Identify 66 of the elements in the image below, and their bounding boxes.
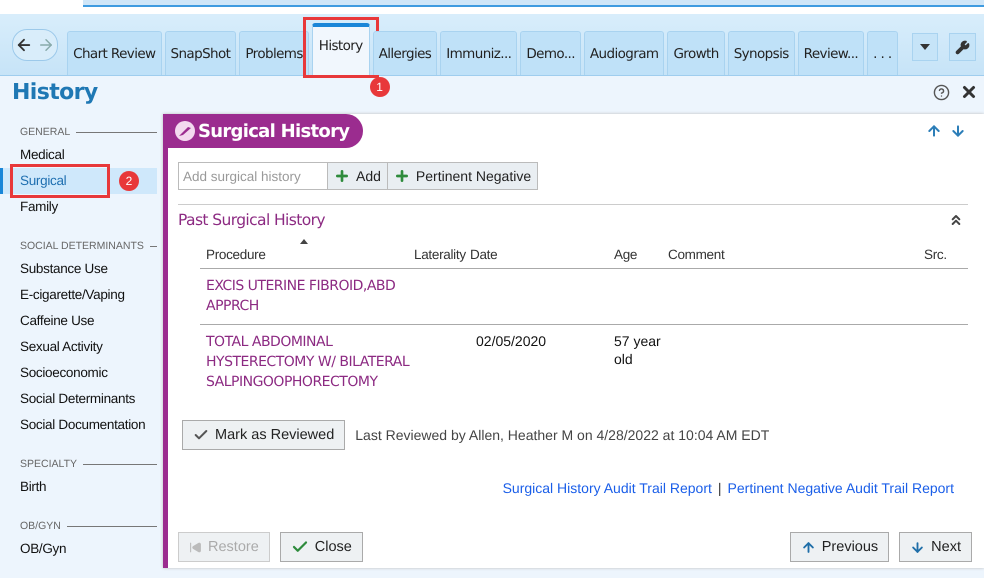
- column-header[interactable]: Procedure: [200, 247, 414, 262]
- wrench-button[interactable]: [949, 33, 976, 61]
- column-header[interactable]: Src.: [918, 247, 968, 262]
- sidebar-item[interactable]: Socioeconomic: [0, 360, 157, 386]
- arrow-down-icon: [910, 540, 926, 554]
- tab[interactable]: Allergies: [372, 31, 438, 75]
- column-header[interactable]: Laterality: [414, 247, 470, 262]
- previous-button[interactable]: Previous: [790, 532, 890, 562]
- tab[interactable]: Immuniz...: [440, 31, 518, 75]
- add-surgical-history-field[interactable]: Add surgical history: [178, 162, 328, 190]
- help-icon[interactable]: [933, 84, 950, 100]
- sidebar-item[interactable]: OB/Gyn: [0, 536, 157, 562]
- table-cell-text: 57 year old: [613, 332, 662, 368]
- plus-icon: [334, 168, 350, 184]
- close-icon[interactable]: [960, 83, 978, 101]
- wrench-icon: [955, 40, 970, 54]
- tab[interactable]: Review...: [798, 31, 864, 75]
- sidebar-item[interactable]: Medical: [0, 142, 157, 168]
- link-separator: |: [718, 480, 722, 496]
- sidebar-item[interactable]: Social Documentation: [0, 412, 157, 438]
- scalpel-icon: [174, 120, 196, 142]
- procedure-cell[interactable]: EXCIS UTERINE FIBROID,ABD APPRCH: [200, 276, 414, 316]
- next-button[interactable]: Next: [899, 532, 972, 562]
- column-header[interactable]: Comment: [662, 247, 918, 262]
- tab[interactable]: History: [312, 23, 370, 75]
- section-title: Past Surgical History: [178, 211, 326, 229]
- section-heading: SOCIAL DETERMINANTS: [20, 240, 144, 252]
- sidebar-item[interactable]: Substance Use: [0, 256, 157, 282]
- step-badge: 1: [370, 77, 390, 97]
- tab[interactable]: Demo...: [520, 31, 581, 75]
- sidebar-item[interactable]: Caffeine Use: [0, 308, 157, 334]
- navigation-buttons[interactable]: [12, 29, 58, 61]
- sidebar-item[interactable]: Sexual Activity: [0, 334, 157, 360]
- section-heading: OB/GYN: [20, 520, 61, 532]
- tab[interactable]: Synopsis: [728, 31, 795, 75]
- plus-icon: [394, 168, 410, 184]
- section-heading: SPECIALTY: [20, 458, 77, 470]
- column-header[interactable]: Age: [608, 247, 662, 262]
- tab[interactable]: . . .: [867, 31, 898, 75]
- tab[interactable]: Audiogram: [584, 31, 664, 75]
- report-link[interactable]: Pertinent Negative Audit Trail Report: [728, 480, 954, 496]
- report-link[interactable]: Surgical History Audit Trail Report: [502, 480, 712, 496]
- sidebar-item[interactable]: Birth: [0, 474, 157, 500]
- mark-reviewed-button[interactable]: Mark as Reviewed: [182, 420, 346, 450]
- sidebar-item[interactable]: E-cigarette/Vaping: [0, 282, 157, 308]
- table-cell-text: 02/05/2020: [475, 332, 548, 350]
- arrow-up-icon[interactable]: [926, 123, 942, 139]
- dropdown-button[interactable]: [912, 33, 938, 61]
- review-note: Last Reviewed by Allen, Heather M on 4/28/2022 at 10:04 AM EDT: [355, 427, 770, 443]
- column-header[interactable]: Date: [470, 247, 608, 262]
- add-button[interactable]: Pertinent Negative: [388, 162, 538, 190]
- close-button[interactable]: Close: [280, 532, 363, 562]
- skip-back-icon: [189, 540, 202, 554]
- sidebar-item[interactable]: Family: [0, 194, 157, 220]
- tab[interactable]: Chart Review: [67, 31, 162, 75]
- procedure-cell[interactable]: TOTAL ABDOMINAL HYSTERECTOMY W/ BILATERAL SALPINGOOPHORECTOMY: [200, 332, 414, 392]
- sidebar-item[interactable]: Social Determinants: [0, 386, 157, 412]
- arrow-down-icon[interactable]: [950, 123, 966, 139]
- tab[interactable]: Growth: [667, 31, 725, 75]
- page-title: History: [12, 80, 98, 104]
- add-button[interactable]: Add: [328, 162, 388, 190]
- sort-icon: [300, 239, 308, 244]
- caret-icon: [920, 44, 930, 50]
- tab[interactable]: SnapShot: [164, 31, 236, 75]
- tab[interactable]: Problems: [239, 31, 309, 75]
- section-heading: GENERAL: [20, 126, 70, 138]
